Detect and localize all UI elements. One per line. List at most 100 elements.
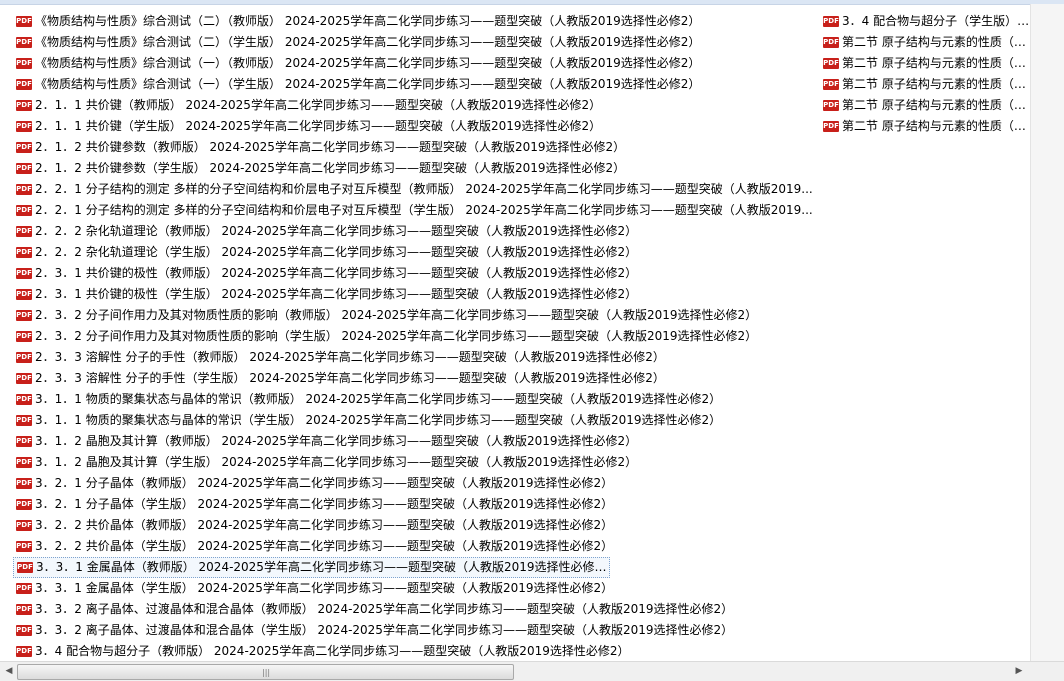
file-item[interactable]: PDF 3．3．2 离子晶体、过渡晶体和混合晶体（教师版） 2024-2025学年… bbox=[13, 599, 813, 620]
file-name: 2．2．2 杂化轨道理论（教师版） 2024-2025学年高二化学同步练习——题… bbox=[35, 224, 638, 238]
file-name: 2．3．2 分子间作用力及其对物质性质的影响（学生版） 2024-2025学年高… bbox=[35, 329, 758, 343]
horizontal-scrollbar[interactable]: ◀ ||| ▶ bbox=[0, 661, 1030, 681]
file-item[interactable]: PDF 《物质结构与性质》综合测试（二）（学生版） 2024-2025学年高二化学… bbox=[13, 32, 813, 53]
pdf-icon: PDF bbox=[16, 331, 32, 342]
scrollbar-corner bbox=[1030, 661, 1064, 681]
pdf-icon: PDF bbox=[16, 604, 32, 615]
file-name: 2．2．2 杂化轨道理论（学生版） 2024-2025学年高二化学同步练习——题… bbox=[35, 245, 638, 259]
pdf-icon: PDF bbox=[823, 37, 839, 48]
pdf-icon: PDF bbox=[16, 394, 32, 405]
file-name: 2．2．1 分子结构的测定 多样的分子空间结构和价层电子对互斥模型（教师版） 2… bbox=[35, 182, 813, 196]
file-name: 3．2．2 共价晶体（教师版） 2024-2025学年高二化学同步练习——题型突… bbox=[35, 518, 614, 532]
pdf-icon: PDF bbox=[823, 16, 839, 27]
file-item[interactable]: PDF 2．1．1 共价键（学生版） 2024-2025学年高二化学同步练习——题… bbox=[13, 116, 813, 137]
file-item[interactable]: PDF 3．3．2 离子晶体、过渡晶体和混合晶体（学生版） 2024-2025学年… bbox=[13, 620, 813, 641]
pdf-icon: PDF bbox=[823, 79, 839, 90]
pdf-icon: PDF bbox=[16, 100, 32, 111]
file-list-column-2: PDF 3．4 配合物与超分子（学生版） 20 PDF 第二节 原子结构与元素的性质（… bbox=[820, 11, 1030, 137]
pdf-icon: PDF bbox=[16, 37, 32, 48]
pdf-icon: PDF bbox=[16, 205, 32, 216]
file-name: 3．4 配合物与超分子（学生版） 20 bbox=[842, 14, 1030, 28]
pdf-icon: PDF bbox=[16, 373, 32, 384]
file-name: 2．3．2 分子间作用力及其对物质性质的影响（教师版） 2024-2025学年高… bbox=[35, 308, 758, 322]
scroll-right-arrow-icon[interactable]: ▶ bbox=[1014, 666, 1024, 676]
file-list-pane: PDF 《物质结构与性质》综合测试（二）（教师版） 2024-2025学年高二化学… bbox=[0, 4, 1030, 661]
file-name: 3．3．1 金属晶体（教师版） 2024-2025学年高二化学同步练习——题型突… bbox=[36, 560, 610, 574]
pdf-icon: PDF bbox=[16, 268, 32, 279]
file-name: 3．2．1 分子晶体（学生版） 2024-2025学年高二化学同步练习——题型突… bbox=[35, 497, 614, 511]
scroll-left-arrow-icon[interactable]: ◀ bbox=[4, 666, 14, 676]
file-name: 《物质结构与性质》综合测试（二）（学生版） 2024-2025学年高二化学同步练… bbox=[35, 35, 701, 49]
pdf-icon: PDF bbox=[16, 184, 32, 195]
file-item[interactable]: PDF 《物质结构与性质》综合测试（一）（教师版） 2024-2025学年高二化学… bbox=[13, 53, 813, 74]
file-item[interactable]: PDF 第二节 原子结构与元素的性质（第3 bbox=[820, 116, 1030, 137]
file-name: 3．1．2 晶胞及其计算（学生版） 2024-2025学年高二化学同步练习——题… bbox=[35, 455, 638, 469]
file-name: 第二节 原子结构与元素的性质（第1 bbox=[842, 56, 1030, 70]
vertical-scroll-area bbox=[1030, 4, 1064, 661]
file-item[interactable]: PDF 3．3．1 金属晶体（学生版） 2024-2025学年高二化学同步练习——… bbox=[13, 578, 813, 599]
pdf-icon: PDF bbox=[16, 163, 32, 174]
file-name: 3．2．2 共价晶体（学生版） 2024-2025学年高二化学同步练习——题型突… bbox=[35, 539, 614, 553]
file-item[interactable]: PDF 3．2．1 分子晶体（教师版） 2024-2025学年高二化学同步练习——… bbox=[13, 473, 813, 494]
file-name: 2．2．1 分子结构的测定 多样的分子空间结构和价层电子对互斥模型（学生版） 2… bbox=[35, 203, 813, 217]
pdf-icon: PDF bbox=[16, 457, 32, 468]
file-item[interactable]: PDF 2．3．2 分子间作用力及其对物质性质的影响（教师版） 2024-2025… bbox=[13, 305, 813, 326]
file-name: 2．3．1 共价键的极性（学生版） 2024-2025学年高二化学同步练习——题… bbox=[35, 287, 638, 301]
file-item[interactable]: PDF 第二节 原子结构与元素的性质（第2 bbox=[820, 95, 1030, 116]
file-item[interactable]: PDF 2．3．1 共价键的极性（教师版） 2024-2025学年高二化学同步练习… bbox=[13, 263, 813, 284]
file-name: 3．2．1 分子晶体（教师版） 2024-2025学年高二化学同步练习——题型突… bbox=[35, 476, 614, 490]
file-item[interactable]: PDF 2．1．2 共价键参数（学生版） 2024-2025学年高二化学同步练习—… bbox=[13, 158, 813, 179]
file-item[interactable]: PDF 第二节 原子结构与元素的性质（第2 bbox=[820, 74, 1030, 95]
pdf-icon: PDF bbox=[16, 352, 32, 363]
file-item[interactable]: PDF 3．4 配合物与超分子（学生版） 20 bbox=[820, 11, 1030, 32]
file-name: 2．3．1 共价键的极性（教师版） 2024-2025学年高二化学同步练习——题… bbox=[35, 266, 638, 280]
file-item[interactable]: PDF 3．1．2 晶胞及其计算（教师版） 2024-2025学年高二化学同步练习… bbox=[13, 431, 813, 452]
scroll-grip-icon: ||| bbox=[262, 668, 271, 677]
pdf-icon: PDF bbox=[16, 646, 32, 657]
file-item[interactable]: PDF 2．3．2 分子间作用力及其对物质性质的影响（学生版） 2024-2025… bbox=[13, 326, 813, 347]
file-item[interactable]: PDF 2．3．3 溶解性 分子的手性（教师版） 2024-2025学年高二化学同… bbox=[13, 347, 813, 368]
pdf-icon: PDF bbox=[16, 226, 32, 237]
file-name: 《物质结构与性质》综合测试（一）（教师版） 2024-2025学年高二化学同步练… bbox=[35, 56, 701, 70]
file-item[interactable]: PDF 2．2．2 杂化轨道理论（教师版） 2024-2025学年高二化学同步练习… bbox=[13, 221, 813, 242]
pdf-icon: PDF bbox=[16, 142, 32, 153]
pdf-icon: PDF bbox=[16, 478, 32, 489]
pdf-icon: PDF bbox=[823, 58, 839, 69]
horizontal-scroll-thumb[interactable]: ||| bbox=[17, 664, 514, 680]
file-name: 2．1．2 共价键参数（教师版） 2024-2025学年高二化学同步练习——题型… bbox=[35, 140, 626, 154]
file-item[interactable]: PDF 第二节 原子结构与元素的性质（第1 bbox=[820, 53, 1030, 74]
file-name: 3．3．2 离子晶体、过渡晶体和混合晶体（教师版） 2024-2025学年高二化… bbox=[35, 602, 734, 616]
file-name: 第二节 原子结构与元素的性质（第2 bbox=[842, 77, 1030, 91]
file-item[interactable]: PDF 3．1．2 晶胞及其计算（学生版） 2024-2025学年高二化学同步练习… bbox=[13, 452, 813, 473]
file-item[interactable]: PDF 《物质结构与性质》综合测试（二）（教师版） 2024-2025学年高二化学… bbox=[13, 11, 813, 32]
file-item[interactable]: PDF 3．2．1 分子晶体（学生版） 2024-2025学年高二化学同步练习——… bbox=[13, 494, 813, 515]
file-list-column-1: PDF 《物质结构与性质》综合测试（二）（教师版） 2024-2025学年高二化学… bbox=[13, 11, 813, 661]
pdf-icon: PDF bbox=[17, 562, 33, 573]
file-item[interactable]: PDF 2．3．3 溶解性 分子的手性（学生版） 2024-2025学年高二化学同… bbox=[13, 368, 813, 389]
file-item[interactable]: PDF 3．4 配合物与超分子（教师版） 2024-2025学年高二化学同步练习—… bbox=[13, 641, 813, 661]
file-name: 第二节 原子结构与元素的性质（第1 bbox=[842, 35, 1030, 49]
file-name: 2．1．1 共价键（教师版） 2024-2025学年高二化学同步练习——题型突破… bbox=[35, 98, 602, 112]
pdf-icon: PDF bbox=[823, 100, 839, 111]
file-item[interactable]: PDF 《物质结构与性质》综合测试（一）（学生版） 2024-2025学年高二化学… bbox=[13, 74, 813, 95]
pdf-icon: PDF bbox=[16, 415, 32, 426]
file-item[interactable]: PDF 3．1．1 物质的聚集状态与晶体的常识（教师版） 2024-2025学年高… bbox=[13, 389, 813, 410]
file-item[interactable]: PDF 2．1．2 共价键参数（教师版） 2024-2025学年高二化学同步练习—… bbox=[13, 137, 813, 158]
pdf-icon: PDF bbox=[16, 541, 32, 552]
pdf-icon: PDF bbox=[16, 289, 32, 300]
file-item[interactable]: PDF 3．2．2 共价晶体（学生版） 2024-2025学年高二化学同步练习——… bbox=[13, 536, 813, 557]
file-item[interactable]: PDF 2．1．1 共价键（教师版） 2024-2025学年高二化学同步练习——题… bbox=[13, 95, 813, 116]
file-item[interactable]: PDF 2．3．1 共价键的极性（学生版） 2024-2025学年高二化学同步练习… bbox=[13, 284, 813, 305]
file-item[interactable]: PDF 3．2．2 共价晶体（教师版） 2024-2025学年高二化学同步练习——… bbox=[13, 515, 813, 536]
file-item[interactable]: PDF 第二节 原子结构与元素的性质（第1 bbox=[820, 32, 1030, 53]
file-item[interactable]: PDF 2．2．1 分子结构的测定 多样的分子空间结构和价层电子对互斥模型（教师版… bbox=[13, 179, 813, 200]
file-name: 3．4 配合物与超分子（教师版） 2024-2025学年高二化学同步练习——题型… bbox=[35, 644, 630, 658]
file-name: 《物质结构与性质》综合测试（一）（学生版） 2024-2025学年高二化学同步练… bbox=[35, 77, 701, 91]
file-item[interactable]: PDF 2．2．2 杂化轨道理论（学生版） 2024-2025学年高二化学同步练习… bbox=[13, 242, 813, 263]
pdf-icon: PDF bbox=[16, 436, 32, 447]
pdf-icon: PDF bbox=[823, 121, 839, 132]
pdf-icon: PDF bbox=[16, 58, 32, 69]
file-item[interactable]: PDF 2．2．1 分子结构的测定 多样的分子空间结构和价层电子对互斥模型（学生版… bbox=[13, 200, 813, 221]
file-item[interactable]: PDF 3．3．1 金属晶体（教师版） 2024-2025学年高二化学同步练习——… bbox=[13, 557, 610, 578]
file-item[interactable]: PDF 3．1．1 物质的聚集状态与晶体的常识（学生版） 2024-2025学年高… bbox=[13, 410, 813, 431]
